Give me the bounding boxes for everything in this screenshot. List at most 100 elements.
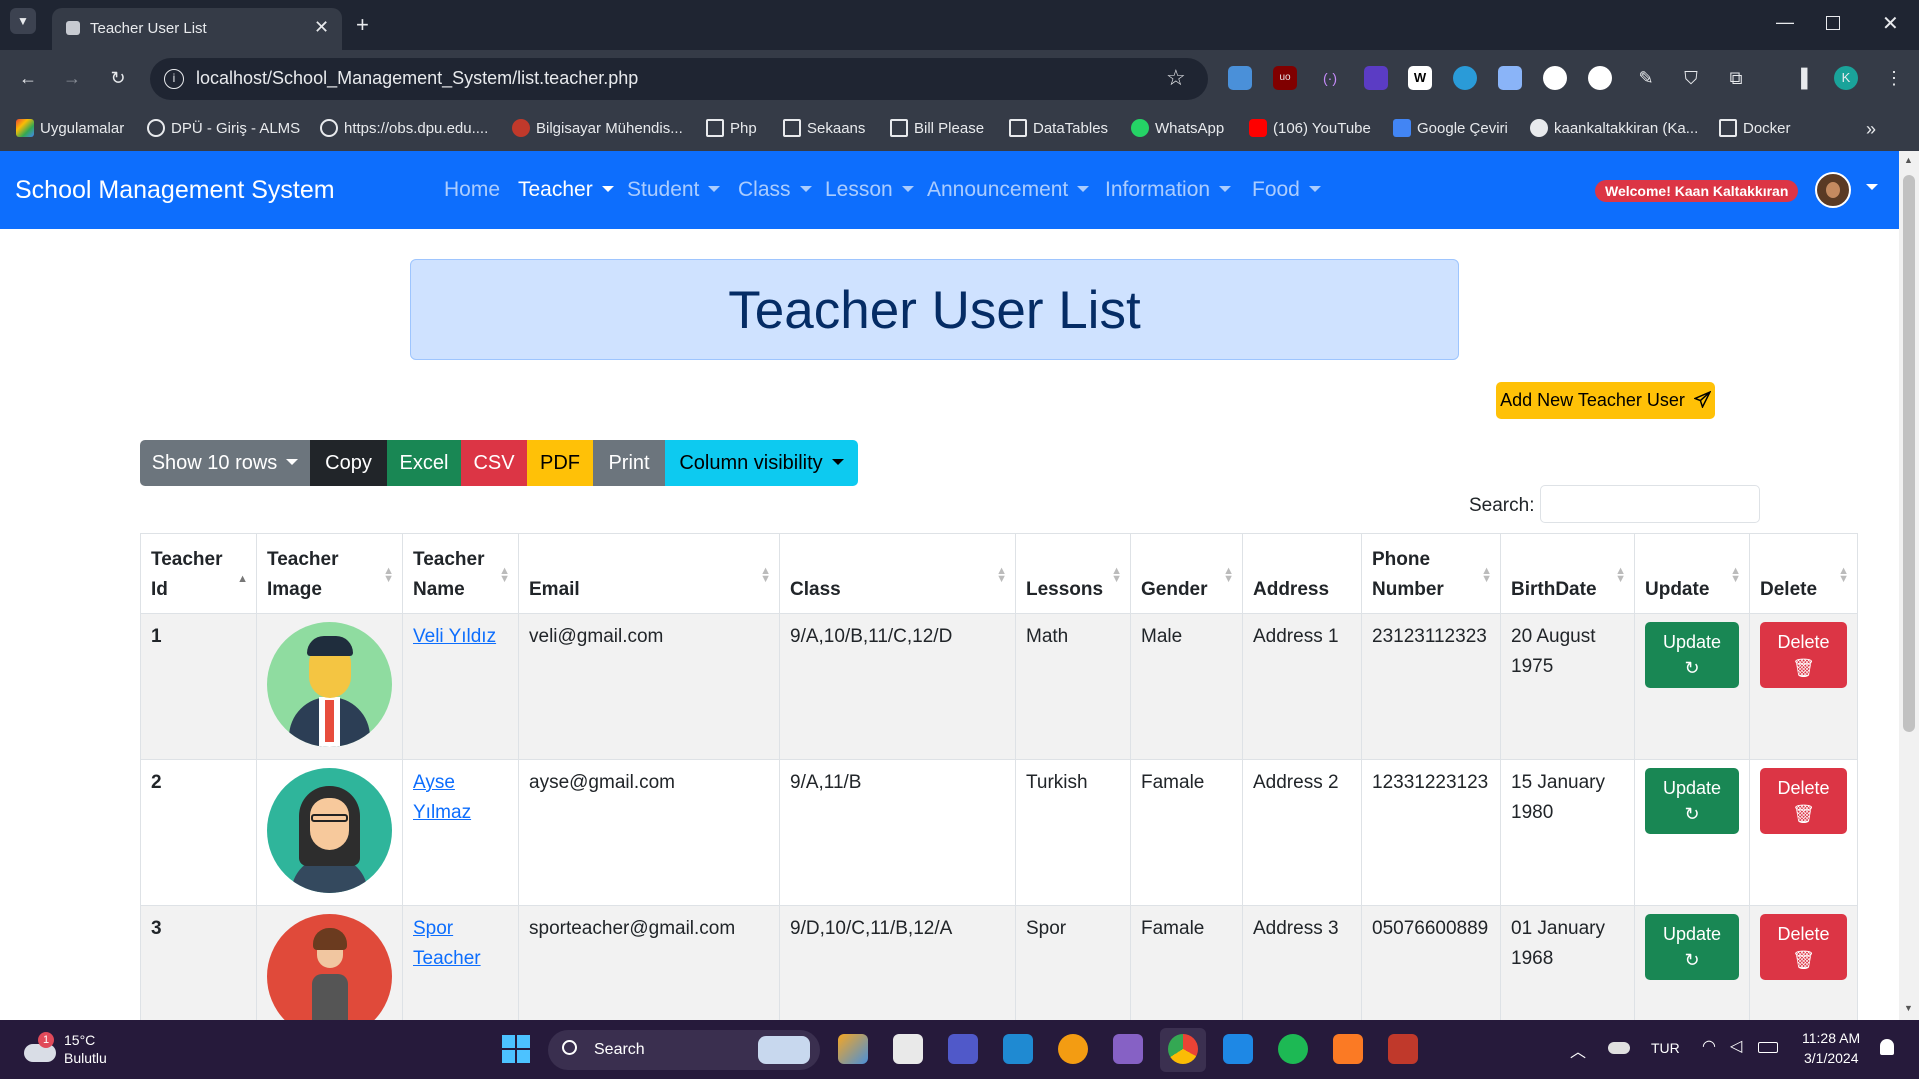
notification-bell-icon[interactable]	[1880, 1039, 1894, 1055]
clock-date[interactable]: 3/1/2024	[1804, 1050, 1859, 1066]
extension-bracket-icon[interactable]: (·)	[1318, 66, 1342, 90]
col-header-birthdate[interactable]: BirthDate ▲ ▼	[1500, 533, 1635, 614]
bookmark-folder[interactable]: Sekaans	[783, 116, 865, 142]
extension-badge-icon[interactable]	[1364, 66, 1388, 90]
side-panel-icon[interactable]: ▐	[1789, 66, 1813, 90]
nav-class[interactable]: Class	[738, 178, 812, 202]
spotify-icon[interactable]	[1278, 1034, 1308, 1064]
bookmark-folder[interactable]: DataTables	[1009, 116, 1108, 142]
user-menu-chevron-icon[interactable]	[1866, 184, 1878, 190]
new-tab-icon[interactable]: +	[356, 12, 369, 38]
col-header-update[interactable]: Update ▲ ▼	[1634, 533, 1750, 614]
col-header-gender[interactable]: Gender ▲ ▼	[1130, 533, 1243, 614]
extension-record-icon[interactable]	[1588, 66, 1612, 90]
site-info-icon[interactable]: i	[164, 69, 184, 89]
taskbar-search[interactable]: Search	[548, 1030, 820, 1070]
user-avatar[interactable]	[1815, 172, 1851, 208]
visual-studio-icon[interactable]	[1113, 1034, 1143, 1064]
address-bar[interactable]: i localhost/School_Management_System/lis…	[150, 58, 1208, 100]
extension-w-icon[interactable]: W	[1408, 66, 1432, 90]
minimize-icon[interactable]: —	[1776, 12, 1794, 33]
extension-edge-icon[interactable]	[1453, 66, 1477, 90]
vscode-icon[interactable]	[1003, 1034, 1033, 1064]
chrome-icon[interactable]	[1168, 1034, 1198, 1064]
profile-avatar[interactable]: K	[1834, 66, 1858, 90]
bookmark-folder[interactable]: Php	[706, 116, 757, 142]
copy-button[interactable]: Copy	[310, 440, 387, 486]
bookmark-item[interactable]: Google Çeviri	[1393, 116, 1508, 142]
print-button[interactable]: Print	[593, 440, 665, 486]
teacher-name-link[interactable]: Spor Teacher	[413, 918, 481, 969]
col-header-name[interactable]: Teacher Name ▲ ▼	[402, 533, 519, 614]
scroll-up-icon[interactable]: ▲	[1904, 155, 1913, 165]
teams-icon[interactable]	[948, 1034, 978, 1064]
page-length-button[interactable]: Show 10 rows	[140, 440, 310, 486]
delete-button[interactable]: Delete 🗑	[1760, 914, 1847, 980]
bookmark-item[interactable]: (106) YouTube	[1249, 116, 1371, 142]
chrome-menu-icon[interactable]: ⋮	[1882, 66, 1906, 90]
xampp-icon[interactable]	[1333, 1034, 1363, 1064]
back-icon[interactable]: ←	[16, 66, 40, 90]
update-button[interactable]: Update ↻	[1645, 914, 1739, 980]
bookmark-folder[interactable]: Docker	[1719, 116, 1791, 142]
pdf-button[interactable]: PDF	[527, 440, 593, 486]
delete-button[interactable]: Delete 🗑	[1760, 768, 1847, 834]
nav-announcement[interactable]: Announcement	[927, 178, 1090, 202]
browser-tab[interactable]: Teacher User List ✕	[52, 8, 342, 50]
scroll-down-icon[interactable]: ▼	[1904, 1003, 1913, 1013]
app-red-icon[interactable]	[1388, 1034, 1418, 1064]
column-visibility-button[interactable]: Column visibility	[665, 440, 858, 486]
language-indicator[interactable]: TUR	[1651, 1040, 1680, 1056]
bookmark-item[interactable]: Bilgisayar Mühendis...	[512, 116, 683, 142]
battery-icon[interactable]	[1758, 1042, 1778, 1053]
update-button[interactable]: Update ↻	[1645, 768, 1739, 834]
navbar-brand[interactable]: School Management System	[15, 176, 335, 205]
extensions-puzzle-icon[interactable]: ⧉	[1724, 66, 1748, 90]
nav-home[interactable]: Home	[444, 178, 500, 202]
add-teacher-button[interactable]: Add New Teacher User	[1496, 382, 1715, 419]
bookmark-item[interactable]: https://obs.dpu.edu....	[320, 116, 488, 142]
csv-button[interactable]: CSV	[461, 440, 527, 486]
restore-icon[interactable]	[1826, 16, 1840, 30]
bookmarks-overflow-icon[interactable]: »	[1866, 116, 1876, 142]
extension-doc-icon[interactable]	[1498, 66, 1522, 90]
forward-icon[interactable]: →	[60, 66, 84, 90]
update-button[interactable]: Update ↻	[1645, 622, 1739, 688]
ublock-icon[interactable]: uo	[1273, 66, 1297, 90]
clock-time[interactable]: 11:28 AM	[1802, 1030, 1860, 1046]
col-header-delete[interactable]: Delete ▲ ▼	[1749, 533, 1858, 614]
delete-button[interactable]: Delete 🗑	[1760, 622, 1847, 688]
tray-chevron-icon[interactable]: ︿	[1570, 1038, 1586, 1062]
scrollbar-thumb[interactable]	[1903, 175, 1915, 732]
col-header-phone[interactable]: Phone Number ▲ ▼	[1361, 533, 1501, 614]
col-header-email[interactable]: Email ▲ ▼	[518, 533, 780, 614]
teacher-name-link[interactable]: Ayse Yılmaz	[413, 772, 471, 823]
col-header-image[interactable]: Teacher Image ▲ ▼	[256, 533, 403, 614]
bookmark-star-icon[interactable]: ☆	[1166, 65, 1186, 91]
bookmark-item[interactable]: DPÜ - Giriş - ALMS	[147, 116, 300, 142]
nav-information[interactable]: Information	[1105, 178, 1232, 202]
col-header-class[interactable]: Class ▲ ▼	[779, 533, 1016, 614]
page-scrollbar[interactable]: ▲ ▼	[1899, 151, 1919, 1020]
extension-circle-icon[interactable]	[1543, 66, 1567, 90]
copilot-icon[interactable]	[838, 1034, 868, 1064]
col-header-address[interactable]: Address	[1242, 533, 1362, 614]
start-button-icon[interactable]	[502, 1035, 530, 1063]
weather-widget[interactable]: 1 15°C Bulutlu	[22, 1030, 132, 1070]
extension-pen-icon[interactable]	[1228, 66, 1252, 90]
bookmark-folder[interactable]: Bill Please	[890, 116, 984, 142]
file-explorer-icon[interactable]	[893, 1034, 923, 1064]
search-input[interactable]	[1540, 485, 1760, 523]
teacher-name-link[interactable]: Veli Yıldız	[413, 626, 496, 647]
tab-close-icon[interactable]: ✕	[314, 17, 329, 38]
shield-icon[interactable]: ⛉	[1679, 66, 1703, 90]
excel-button[interactable]: Excel	[387, 440, 461, 486]
nav-food[interactable]: Food	[1252, 178, 1321, 202]
mail-icon[interactable]	[1223, 1034, 1253, 1064]
reload-icon[interactable]: ↻	[106, 66, 130, 90]
wifi-icon[interactable]: ◠	[1702, 1036, 1716, 1056]
eyedropper-icon[interactable]: ✎	[1634, 66, 1658, 90]
nav-lesson[interactable]: Lesson	[825, 178, 914, 202]
volume-icon[interactable]: ◁	[1730, 1036, 1742, 1056]
col-header-lessons[interactable]: Lessons ▲ ▼	[1015, 533, 1131, 614]
